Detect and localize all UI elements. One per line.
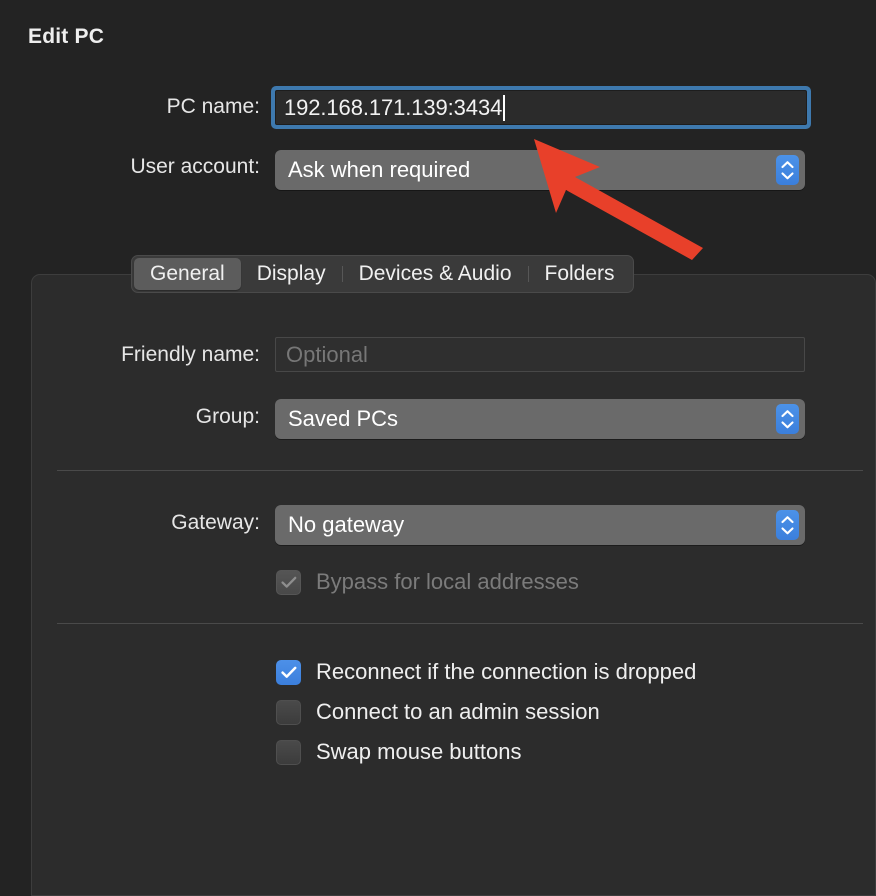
- tab-display-label: Display: [256, 262, 326, 285]
- gateway-label-wrap: Gateway:: [28, 511, 260, 535]
- group-label: Group:: [195, 405, 260, 428]
- pc-name-input[interactable]: 192.168.171.139:3434: [275, 90, 807, 125]
- swap-mouse-buttons-label: Swap mouse buttons: [316, 739, 522, 764]
- tab-general-label: General: [150, 262, 225, 285]
- tab-folders[interactable]: Folders: [529, 258, 631, 290]
- group-select[interactable]: Saved PCs: [275, 399, 805, 439]
- reconnect-label: Reconnect if the connection is dropped: [316, 659, 697, 684]
- pc-name-label: PC name:: [166, 95, 260, 118]
- user-account-select[interactable]: Ask when required: [275, 150, 805, 190]
- page-title: Edit PC: [28, 25, 105, 48]
- bypass-local-addresses-label: Bypass for local addresses: [316, 569, 579, 594]
- gateway-selected-value: No gateway: [288, 512, 405, 537]
- friendly-name-placeholder: Optional: [286, 341, 368, 367]
- user-account-label: User account:: [130, 155, 260, 178]
- section-divider-bottom: [57, 623, 863, 624]
- swap-mouse-buttons-checkbox-row[interactable]: Swap mouse buttons: [276, 739, 521, 765]
- tab-general[interactable]: General: [134, 258, 241, 290]
- gateway-label: Gateway:: [171, 511, 260, 534]
- tab-folders-label: Folders: [544, 262, 615, 285]
- group-label-wrap: Group:: [28, 405, 260, 429]
- admin-session-checkbox-row[interactable]: Connect to an admin session: [276, 699, 600, 725]
- checkbox-unchecked-icon[interactable]: [276, 739, 301, 765]
- group-selected-value: Saved PCs: [288, 406, 399, 431]
- tab-display[interactable]: Display: [241, 258, 342, 290]
- text-cursor: [503, 94, 506, 121]
- chevron-up-down-icon[interactable]: [776, 404, 799, 434]
- checkbox-checked-icon[interactable]: [276, 659, 301, 685]
- admin-session-label: Connect to an admin session: [316, 699, 600, 724]
- checkbox-checked-disabled-icon: [276, 569, 301, 595]
- checkbox-unchecked-icon[interactable]: [276, 699, 301, 725]
- friendly-name-input[interactable]: Optional: [275, 337, 805, 372]
- friendly-name-label: Friendly name:: [121, 343, 260, 366]
- pc-name-value: 192.168.171.139:3434: [284, 94, 503, 120]
- friendly-name-label-wrap: Friendly name:: [28, 343, 260, 367]
- bypass-local-addresses-checkbox-row: Bypass for local addresses: [276, 569, 579, 595]
- tab-devices-audio[interactable]: Devices & Audio: [343, 258, 528, 290]
- user-account-selected-value: Ask when required: [288, 157, 471, 182]
- chevron-up-down-icon[interactable]: [776, 155, 799, 185]
- pc-name-focus-ring: 192.168.171.139:3434: [271, 86, 811, 129]
- gateway-select[interactable]: No gateway: [275, 505, 805, 545]
- reconnect-checkbox-row[interactable]: Reconnect if the connection is dropped: [276, 659, 696, 685]
- section-divider-top: [57, 470, 863, 471]
- tab-bar: General Display Devices & Audio Folders: [131, 255, 634, 293]
- pc-name-label-wrap: PC name:: [28, 95, 260, 119]
- tab-devices-audio-label: Devices & Audio: [358, 262, 512, 285]
- user-account-label-wrap: User account:: [28, 155, 260, 179]
- chevron-up-down-icon[interactable]: [776, 510, 799, 540]
